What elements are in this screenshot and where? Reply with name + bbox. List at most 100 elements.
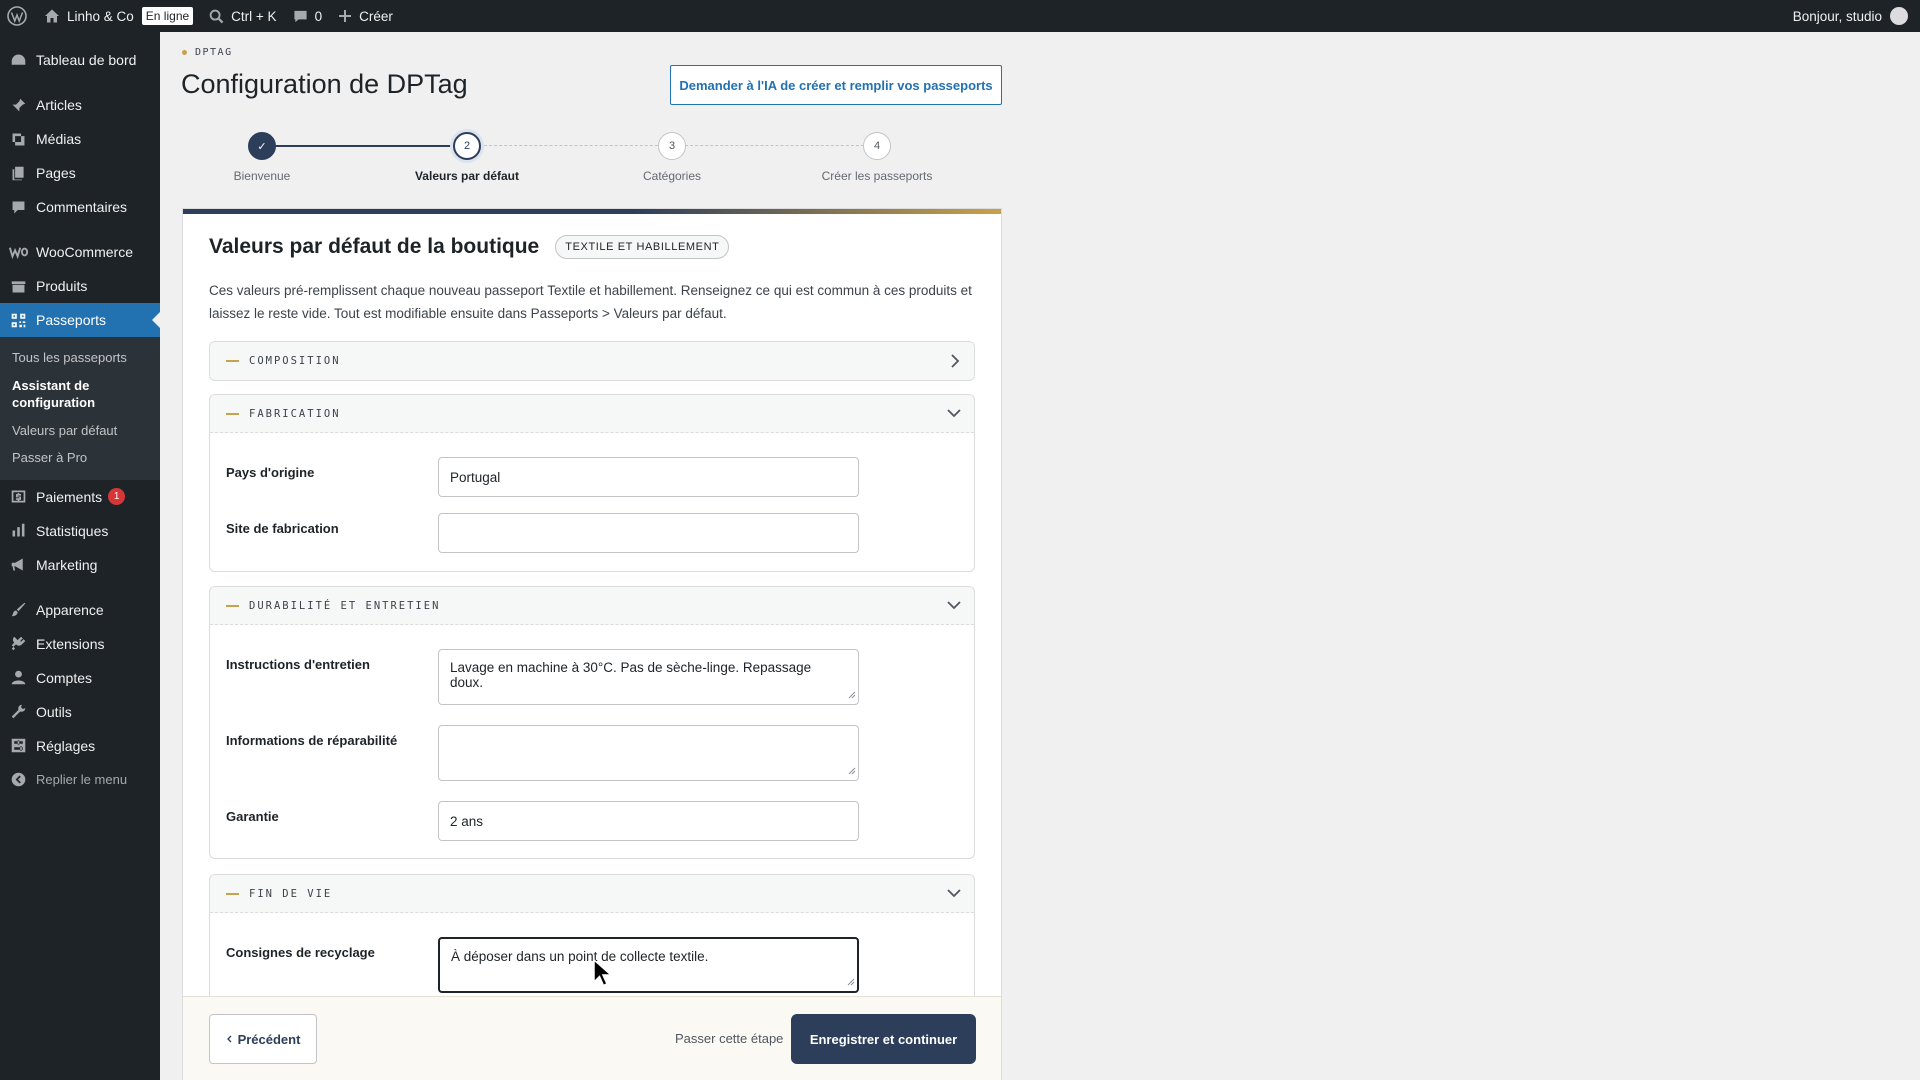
sidebar-item-label: Marketing (36, 556, 98, 573)
sidebar-item-tools[interactable]: Outils (0, 695, 160, 729)
account-menu[interactable]: Bonjour, studio (1793, 7, 1920, 25)
country-of-origin-input[interactable]: Portugal (438, 457, 859, 497)
section-end-of-life-toggle[interactable]: FIN DE VIE (210, 875, 974, 913)
submenu-default-values[interactable]: Valeurs par défaut (0, 417, 160, 445)
sidebar-item-woocommerce[interactable]: WooCommerce (0, 235, 160, 269)
manufacturing-site-input[interactable] (438, 513, 859, 553)
sidebar-item-users[interactable]: Comptes (0, 661, 160, 695)
save-and-continue-button[interactable]: Enregistrer et continuer (791, 1014, 976, 1064)
submenu-go-pro[interactable]: Passer à Pro (0, 444, 160, 472)
sidebar-item-label: Produits (36, 278, 88, 294)
comment-icon (8, 197, 28, 217)
previous-button[interactable]: Précédent (209, 1014, 317, 1064)
care-instructions-label: Instructions d'entretien (226, 657, 370, 672)
resize-handle-icon[interactable] (848, 763, 856, 778)
care-instructions-value: Lavage en machine à 30°C. Pas de sèche-l… (450, 660, 812, 690)
chevron-down-icon (946, 406, 962, 425)
megaphone-icon (8, 555, 28, 575)
sidebar-item-settings[interactable]: Réglages (0, 729, 160, 763)
sidebar-item-label: WooCommerce (36, 244, 133, 260)
sidebar-item-media[interactable]: Médias (0, 122, 160, 156)
country-of-origin-label: Pays d'origine (226, 465, 315, 480)
manufacturing-site-label: Site de fabrication (226, 521, 339, 536)
sidebar-item-statistics[interactable]: Statistiques (0, 514, 160, 548)
user-icon (8, 668, 28, 688)
chevron-left-icon (226, 1035, 232, 1043)
section-fabrication: FABRICATION Pays d'origine Portugal Site… (209, 394, 975, 572)
repairability-textarea[interactable] (438, 725, 859, 781)
sidebar-item-label: Apparence (36, 601, 104, 618)
sidebar-item-label: Commentaires (36, 199, 128, 215)
sidebar-item-marketing[interactable]: Marketing (0, 548, 160, 582)
care-instructions-textarea[interactable]: Lavage en machine à 30°C. Pas de sèche-l… (438, 649, 859, 705)
resize-handle-icon[interactable] (847, 974, 855, 989)
plugin-icon (8, 634, 28, 654)
sidebar-item-comments[interactable]: Commentaires (0, 190, 160, 224)
section-dash (226, 412, 239, 415)
section-title: FABRICATION (249, 407, 341, 420)
chevron-right-icon (948, 353, 962, 374)
command-palette-button[interactable]: Ctrl + K (201, 0, 284, 32)
category-chip: TEXTILE ET HABILLEMENT (555, 235, 730, 259)
step-create-passports[interactable]: 4 Créer les passeports (797, 132, 957, 183)
sidebar-item-appearance[interactable]: Apparence (0, 593, 160, 627)
comments-link[interactable]: 0 (285, 0, 331, 32)
section-composition-toggle[interactable]: COMPOSITION (210, 342, 974, 380)
sidebar-item-posts[interactable]: Articles (0, 88, 160, 122)
previous-label: Précédent (237, 1031, 301, 1047)
recycling-label: Consignes de recyclage (226, 945, 375, 960)
sidebar-item-dashboard[interactable]: Tableau de bord (0, 43, 160, 77)
recycling-value: À déposer dans un point de collecte text… (451, 949, 709, 964)
card-title: Valeurs par défaut de la boutique (209, 235, 540, 258)
sidebar-item-plugins[interactable]: Extensions (0, 627, 160, 661)
sidebar-item-label: Passeports (36, 312, 107, 328)
wrench-icon (8, 702, 28, 722)
sidebar-item-passports[interactable]: Passeports (0, 303, 160, 337)
site-status-badge: En ligne (141, 7, 194, 25)
avatar (1890, 7, 1908, 25)
resize-handle-icon[interactable] (848, 687, 856, 702)
sidebar-item-pages[interactable]: Pages (0, 156, 160, 190)
warranty-input[interactable]: 2 ans (438, 801, 859, 841)
repairability-label: Informations de réparabilité (226, 733, 398, 748)
step-check-icon: ✓ (248, 132, 276, 160)
new-content-label: Créer (359, 8, 393, 24)
new-content-button[interactable]: Créer (330, 0, 401, 32)
settings-sliders-icon (8, 736, 28, 756)
sidebar-item-payments[interactable]: Paiements 1 (0, 480, 160, 514)
section-title: FIN DE VIE (249, 887, 333, 900)
sidebar-item-label: Paiements (36, 488, 103, 505)
step-label: Catégories (642, 169, 702, 183)
submenu-all-passports[interactable]: Tous les passeports (0, 344, 160, 372)
comments-count: 0 (314, 8, 323, 24)
sidebar-item-label: Outils (36, 703, 72, 720)
section-fabrication-toggle[interactable]: FABRICATION (210, 395, 974, 433)
step-defaults[interactable]: 2 Valeurs par défaut (387, 132, 547, 183)
collapse-menu-button[interactable]: Replier le menu (0, 763, 160, 797)
archive-box-icon (8, 276, 28, 296)
ai-assist-button[interactable]: Demander à l'IA de créer et remplir vos … (670, 65, 1002, 105)
eyebrow-dot (182, 50, 187, 55)
site-name-link[interactable]: Linho & Co En ligne (36, 0, 201, 32)
payments-icon (8, 487, 28, 507)
step-label: Valeurs par défaut (414, 169, 520, 183)
mouse-cursor-icon (592, 958, 614, 993)
page-title: Configuration de DPTag (181, 69, 468, 99)
step-number: 4 (863, 132, 891, 160)
pin-icon (8, 95, 28, 115)
recycling-textarea[interactable]: À déposer dans un point de collecte text… (438, 937, 859, 993)
step-welcome[interactable]: ✓ Bienvenue (182, 132, 342, 183)
submenu-setup-wizard[interactable]: Assistant de configuration (0, 372, 160, 417)
step-categories[interactable]: 3 Catégories (592, 132, 752, 183)
skip-step-link[interactable]: Passer cette étape (675, 1031, 783, 1046)
section-dash (226, 604, 239, 607)
sidebar-item-label: Replier le menu (36, 772, 128, 788)
sidebar-item-label: Tableau de bord (36, 52, 137, 68)
wordpress-logo-icon[interactable] (0, 0, 36, 32)
search-icon (209, 9, 224, 24)
sidebar-item-products[interactable]: Produits (0, 269, 160, 303)
section-durability-toggle[interactable]: DURABILITÉ ET ENTRETIEN (210, 587, 974, 625)
section-title: DURABILITÉ ET ENTRETIEN (249, 599, 441, 612)
admin-sidebar: Tableau de bord Articles Médias Pages Co… (0, 32, 160, 1080)
section-dash (226, 892, 239, 895)
